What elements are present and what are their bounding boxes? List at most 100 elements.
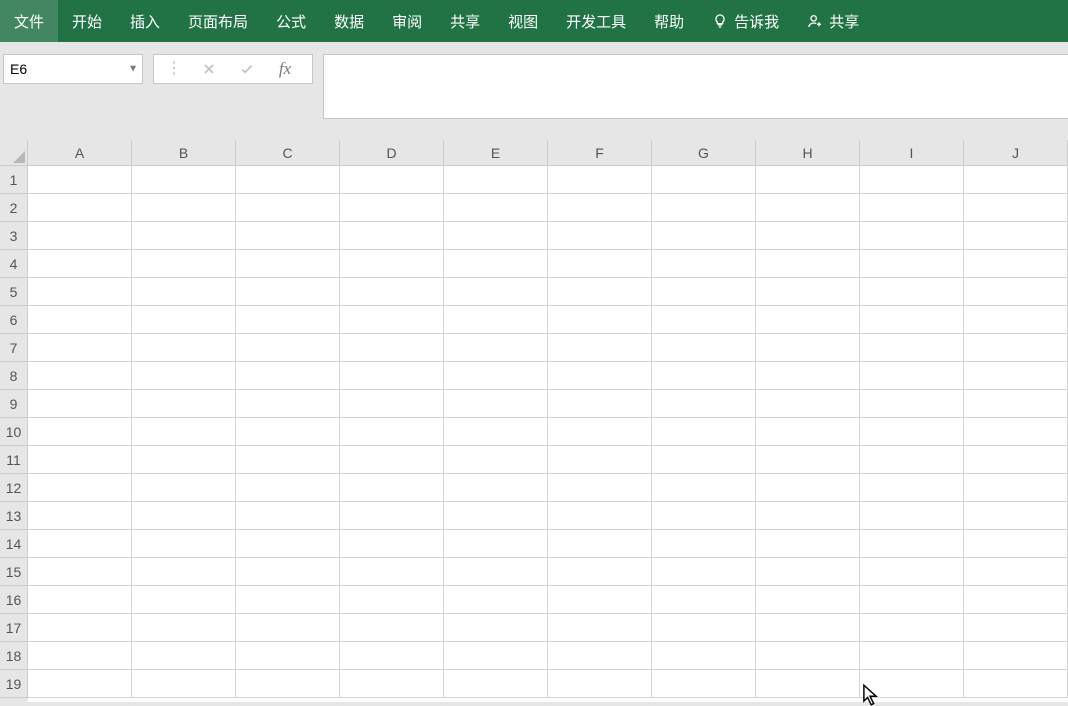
cell[interactable]	[236, 334, 340, 362]
cell[interactable]	[964, 614, 1068, 642]
cell[interactable]	[964, 362, 1068, 390]
cell[interactable]	[340, 474, 444, 502]
cell[interactable]	[444, 670, 548, 698]
cell[interactable]	[652, 418, 756, 446]
cell[interactable]	[652, 278, 756, 306]
cell[interactable]	[132, 390, 236, 418]
cell[interactable]	[860, 530, 964, 558]
cell[interactable]	[132, 586, 236, 614]
cell[interactable]	[28, 194, 132, 222]
cell[interactable]	[444, 390, 548, 418]
cell[interactable]	[548, 306, 652, 334]
cell[interactable]	[340, 278, 444, 306]
column-header[interactable]: G	[652, 140, 756, 166]
cell[interactable]	[236, 390, 340, 418]
cell[interactable]	[756, 278, 860, 306]
menu-file[interactable]: 文件	[0, 0, 58, 42]
cell[interactable]	[652, 530, 756, 558]
cell[interactable]	[236, 530, 340, 558]
cell[interactable]	[548, 362, 652, 390]
menu-view[interactable]: 视图	[494, 0, 552, 42]
cell[interactable]	[340, 446, 444, 474]
row-header[interactable]: 5	[0, 278, 28, 306]
cell[interactable]	[236, 362, 340, 390]
cell[interactable]	[444, 334, 548, 362]
cell[interactable]	[444, 502, 548, 530]
cell[interactable]	[756, 670, 860, 698]
formula-input[interactable]	[323, 54, 1068, 119]
cell[interactable]	[756, 586, 860, 614]
cell[interactable]	[28, 334, 132, 362]
cell[interactable]	[132, 614, 236, 642]
cell[interactable]	[444, 642, 548, 670]
cell[interactable]	[860, 614, 964, 642]
select-all-corner[interactable]	[0, 140, 28, 166]
menu-help[interactable]: 帮助	[640, 0, 698, 42]
menu-developer[interactable]: 开发工具	[552, 0, 640, 42]
row-header[interactable]: 7	[0, 334, 28, 362]
cell[interactable]	[340, 586, 444, 614]
menu-page-layout[interactable]: 页面布局	[174, 0, 262, 42]
menu-formulas[interactable]: 公式	[262, 0, 320, 42]
cell[interactable]	[860, 502, 964, 530]
cell[interactable]	[652, 250, 756, 278]
cell[interactable]	[236, 474, 340, 502]
cell[interactable]	[860, 306, 964, 334]
row-header[interactable]: 13	[0, 502, 28, 530]
cell[interactable]	[28, 530, 132, 558]
cell[interactable]	[964, 390, 1068, 418]
cell[interactable]	[548, 334, 652, 362]
cell[interactable]	[964, 558, 1068, 586]
cell[interactable]	[652, 306, 756, 334]
row-header[interactable]: 1	[0, 166, 28, 194]
cell[interactable]	[652, 334, 756, 362]
cell[interactable]	[340, 390, 444, 418]
cell[interactable]	[548, 614, 652, 642]
cell[interactable]	[756, 362, 860, 390]
cell[interactable]	[444, 530, 548, 558]
cell[interactable]	[548, 278, 652, 306]
cell[interactable]	[860, 670, 964, 698]
cell[interactable]	[756, 418, 860, 446]
cell[interactable]	[444, 362, 548, 390]
cell[interactable]	[548, 474, 652, 502]
cell[interactable]	[236, 166, 340, 194]
cell[interactable]	[652, 390, 756, 418]
cell[interactable]	[444, 418, 548, 446]
cancel-formula-button[interactable]	[194, 55, 224, 83]
cell[interactable]	[132, 362, 236, 390]
cell[interactable]	[964, 418, 1068, 446]
cell[interactable]	[340, 250, 444, 278]
column-header[interactable]: E	[444, 140, 548, 166]
menu-tell-me[interactable]: 告诉我	[698, 0, 793, 42]
cell[interactable]	[860, 222, 964, 250]
cell[interactable]	[964, 278, 1068, 306]
cell[interactable]	[548, 670, 652, 698]
cell[interactable]	[132, 334, 236, 362]
cell[interactable]	[652, 194, 756, 222]
cell[interactable]	[132, 558, 236, 586]
cell[interactable]	[964, 642, 1068, 670]
cell[interactable]	[964, 222, 1068, 250]
cell[interactable]	[444, 614, 548, 642]
row-header[interactable]: 4	[0, 250, 28, 278]
cell[interactable]	[236, 194, 340, 222]
cell[interactable]	[860, 166, 964, 194]
menu-home[interactable]: 开始	[58, 0, 116, 42]
row-header[interactable]: 8	[0, 362, 28, 390]
cell[interactable]	[340, 558, 444, 586]
cell[interactable]	[652, 474, 756, 502]
cell[interactable]	[756, 558, 860, 586]
cell[interactable]	[132, 278, 236, 306]
cell[interactable]	[236, 306, 340, 334]
column-header[interactable]: I	[860, 140, 964, 166]
cell[interactable]	[756, 530, 860, 558]
name-box[interactable]: ▼	[3, 54, 143, 84]
menu-data[interactable]: 数据	[320, 0, 378, 42]
cell[interactable]	[28, 586, 132, 614]
column-header[interactable]: F	[548, 140, 652, 166]
cell[interactable]	[548, 446, 652, 474]
cell[interactable]	[236, 642, 340, 670]
cell[interactable]	[132, 530, 236, 558]
row-header[interactable]: 2	[0, 194, 28, 222]
